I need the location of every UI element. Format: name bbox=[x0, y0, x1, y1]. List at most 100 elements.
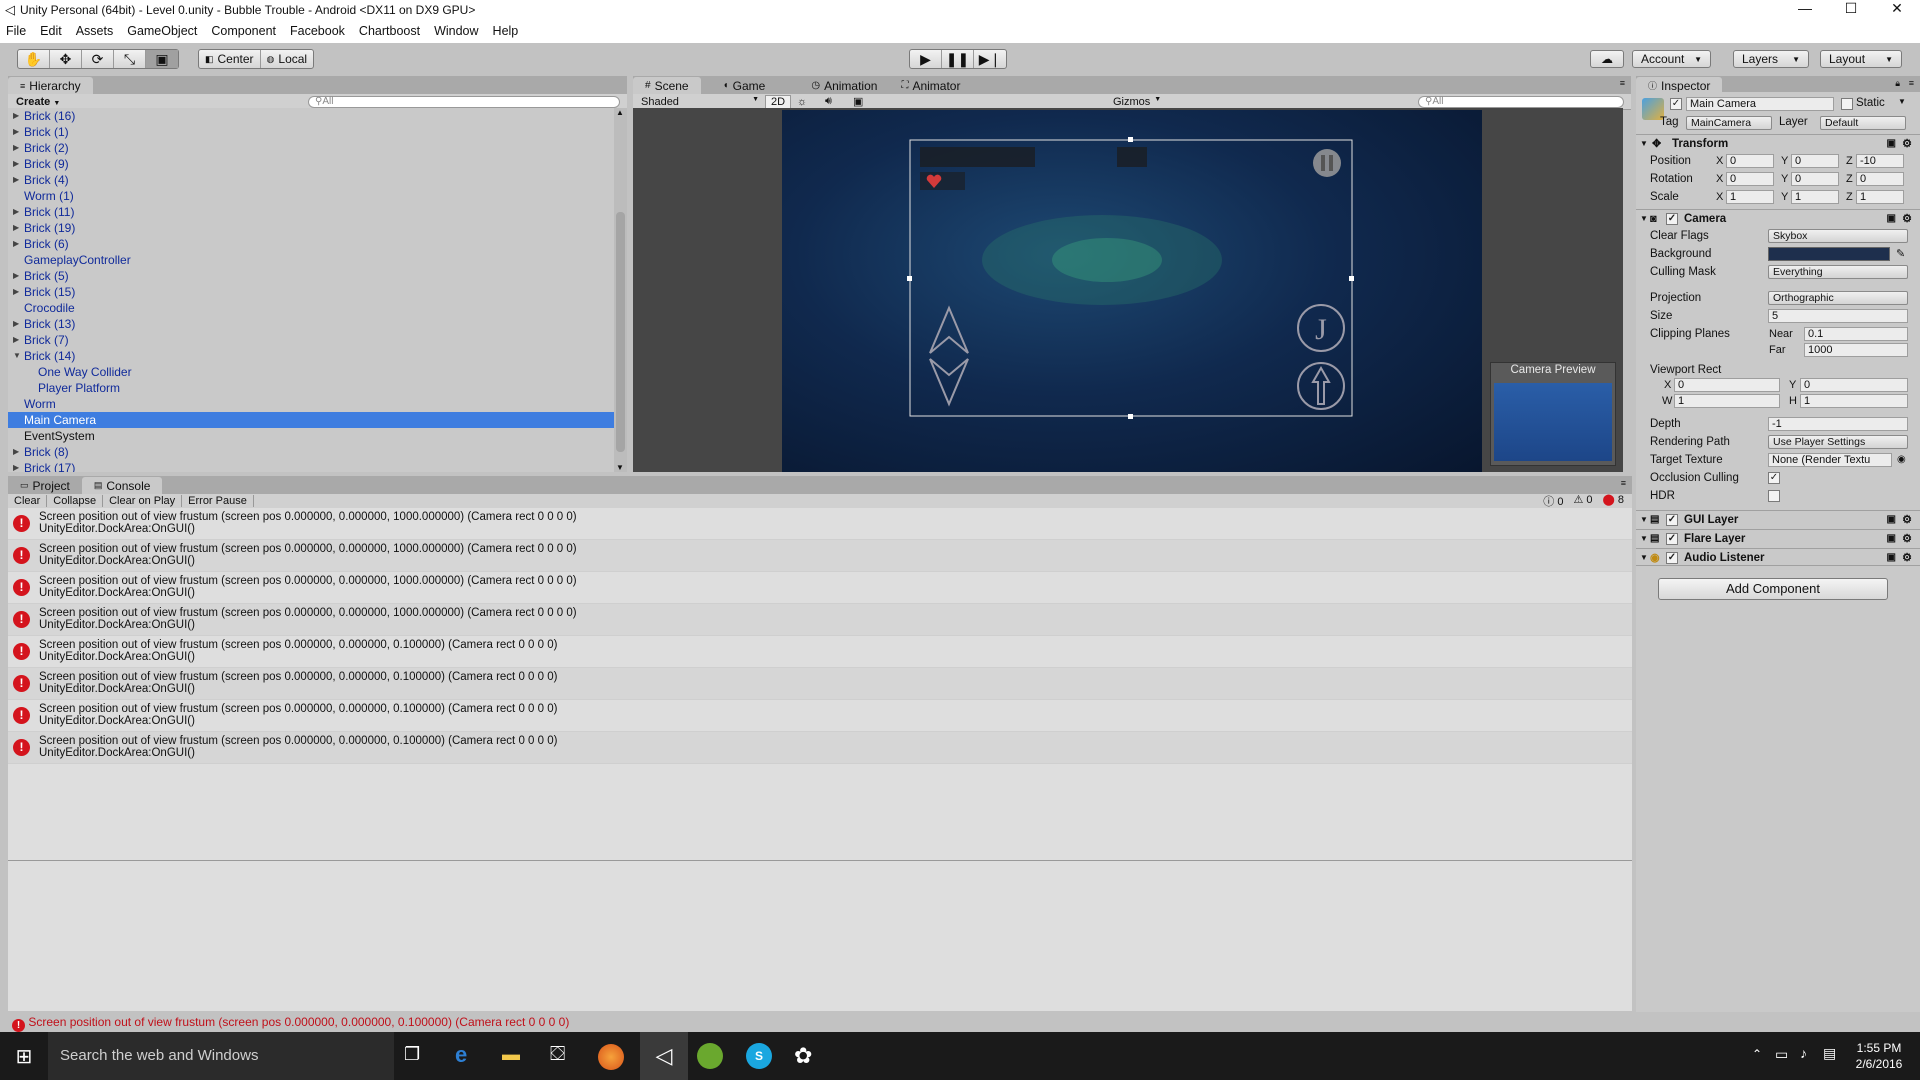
console-entry[interactable]: ! Screen position out of view frustum (sc… bbox=[8, 604, 1632, 636]
target-texture-field[interactable]: None (Render Textu bbox=[1768, 453, 1892, 467]
rotation-z-field[interactable]: 0 bbox=[1856, 172, 1904, 186]
object-picker-icon[interactable]: ◉ bbox=[1897, 452, 1906, 468]
gear-icon[interactable]: ⚙ bbox=[1902, 549, 1912, 567]
minimize-button[interactable]: — bbox=[1782, 0, 1828, 19]
scroll-down-icon[interactable]: ▼ bbox=[616, 463, 624, 472]
static-dropdown-icon[interactable]: ▼ bbox=[1898, 97, 1906, 106]
foldout-collapsed-icon[interactable]: ▶ bbox=[13, 284, 19, 300]
foldout-collapsed-icon[interactable]: ▶ bbox=[13, 156, 19, 172]
account-dropdown[interactable]: Account ▼ bbox=[1632, 50, 1711, 68]
tab-project[interactable]: ▭ Project bbox=[8, 477, 82, 494]
down-arrow-icon[interactable] bbox=[929, 358, 969, 407]
viewport-x-field[interactable]: 0 bbox=[1674, 378, 1780, 392]
transform-header[interactable]: ▼ ✥ Transform ▣ ⚙ bbox=[1636, 134, 1920, 152]
help-icon[interactable]: ▣ bbox=[1887, 135, 1896, 153]
gear-icon[interactable]: ⚙ bbox=[1902, 530, 1912, 548]
panel-menu-icon[interactable]: ≡ bbox=[1621, 478, 1626, 488]
step-button-icon[interactable]: ▶❘ bbox=[974, 50, 1006, 68]
hierarchy-item[interactable]: Crocodile bbox=[8, 300, 614, 316]
tab-animator[interactable]: ⛶ Animator bbox=[889, 77, 972, 94]
position-x-field[interactable]: 0 bbox=[1726, 154, 1774, 168]
handle-left[interactable] bbox=[907, 276, 912, 281]
audio-listener-checkbox[interactable]: ✓ bbox=[1666, 552, 1678, 564]
viewport-y-field[interactable]: 0 bbox=[1800, 378, 1908, 392]
scroll-up-icon[interactable]: ▲ bbox=[616, 108, 624, 117]
help-icon[interactable]: ▣ bbox=[1887, 511, 1896, 529]
flare-layer-header[interactable]: ▼ ▤ ✓ Flare Layer ▣ ⚙ bbox=[1636, 529, 1920, 547]
foldout-collapsed-icon[interactable]: ▶ bbox=[13, 268, 19, 284]
unity-taskbar-icon[interactable]: ◁ bbox=[640, 1032, 688, 1080]
hierarchy-item[interactable]: ▶ Brick (15) bbox=[8, 284, 614, 300]
hierarchy-item[interactable]: ▼ Brick (14) bbox=[8, 348, 614, 364]
hierarchy-item[interactable]: Player Platform bbox=[8, 380, 614, 396]
tag-dropdown[interactable]: MainCamera bbox=[1686, 116, 1772, 130]
game-canvas[interactable]: J bbox=[782, 110, 1482, 472]
pivot-local-button[interactable]: ◍ Local bbox=[261, 50, 314, 68]
rotate-tool-icon[interactable]: ⟳ bbox=[82, 50, 114, 68]
hierarchy-item[interactable]: Main Camera bbox=[8, 412, 614, 428]
collapse-button[interactable]: Collapse bbox=[47, 495, 104, 507]
notifications-icon[interactable]: ▤ bbox=[1823, 1045, 1836, 1062]
panel-menu-icon[interactable]: ≡ bbox=[1909, 78, 1914, 88]
tray-chevron-icon[interactable]: ⌃ bbox=[1752, 1047, 1762, 1061]
rotation-x-field[interactable]: 0 bbox=[1726, 172, 1774, 186]
tab-animation[interactable]: ◷ Animation bbox=[799, 77, 889, 94]
layout-dropdown[interactable]: Layout ▼ bbox=[1820, 50, 1902, 68]
hierarchy-item[interactable]: ▶ Brick (9) bbox=[8, 156, 614, 172]
panel-menu-icon[interactable]: ≡ bbox=[1620, 78, 1625, 88]
size-field[interactable]: 5 bbox=[1768, 309, 1908, 323]
handle-right[interactable] bbox=[1349, 276, 1354, 281]
hierarchy-item[interactable]: ▶ Brick (5) bbox=[8, 268, 614, 284]
gizmos-dropdown[interactable]: Gizmos ▼ bbox=[1113, 96, 1161, 108]
help-icon[interactable]: ▣ bbox=[1887, 549, 1896, 567]
store-icon[interactable]: ⛋ bbox=[550, 1043, 565, 1066]
mode-2d-toggle[interactable]: 2D bbox=[765, 94, 791, 109]
hierarchy-item[interactable]: ▶ Brick (8) bbox=[8, 444, 614, 460]
help-icon[interactable]: ▣ bbox=[1887, 530, 1896, 548]
foldout-collapsed-icon[interactable]: ▶ bbox=[13, 236, 19, 252]
hierarchy-item[interactable]: ▶ Brick (17) bbox=[8, 460, 614, 472]
gimp-icon[interactable]: ✿ bbox=[794, 1043, 812, 1069]
occlusion-culling-checkbox[interactable]: ✓ bbox=[1768, 472, 1780, 484]
help-icon[interactable]: ▣ bbox=[1887, 210, 1896, 228]
gear-icon[interactable]: ⚙ bbox=[1902, 135, 1912, 153]
warning-toggle[interactable]: ⚠ 0 bbox=[1573, 493, 1592, 509]
foldout-collapsed-icon[interactable]: ▶ bbox=[13, 140, 19, 156]
hierarchy-item[interactable]: Worm bbox=[8, 396, 614, 412]
utorrent-icon[interactable] bbox=[697, 1043, 723, 1069]
clear-flags-dropdown[interactable]: Skybox bbox=[1768, 229, 1908, 243]
hierarchy-scroll-thumb[interactable] bbox=[616, 212, 625, 452]
layer-dropdown[interactable]: Default bbox=[1820, 116, 1906, 130]
menu-edit[interactable]: Edit bbox=[40, 24, 62, 38]
info-toggle[interactable]: ⓘ 0 bbox=[1543, 493, 1563, 509]
object-name-field[interactable]: Main Camera bbox=[1686, 97, 1834, 111]
create-dropdown[interactable]: Create ▼ bbox=[8, 96, 68, 108]
pause-icon[interactable] bbox=[1313, 149, 1341, 177]
volume-icon[interactable]: ♪ bbox=[1800, 1045, 1807, 1061]
scene-search-input[interactable]: ⚲All bbox=[1418, 95, 1624, 108]
clear-on-play-button[interactable]: Clear on Play bbox=[103, 495, 183, 507]
foldout-collapsed-icon[interactable]: ▶ bbox=[13, 220, 19, 236]
clear-button[interactable]: Clear bbox=[8, 495, 48, 507]
hand-tool-icon[interactable]: ✋ bbox=[18, 50, 50, 68]
hierarchy-item[interactable]: ▶ Brick (11) bbox=[8, 204, 614, 220]
far-field[interactable]: 1000 bbox=[1804, 343, 1908, 357]
background-color-swatch[interactable] bbox=[1768, 247, 1890, 261]
position-y-field[interactable]: 0 bbox=[1791, 154, 1839, 168]
layers-dropdown[interactable]: Layers ▼ bbox=[1733, 50, 1809, 68]
add-component-button[interactable]: Add Component bbox=[1658, 578, 1888, 600]
static-checkbox[interactable] bbox=[1841, 98, 1853, 110]
culling-mask-dropdown[interactable]: Everything bbox=[1768, 265, 1908, 279]
menu-component[interactable]: Component bbox=[211, 24, 276, 38]
hierarchy-item[interactable]: ▶ Brick (13) bbox=[8, 316, 614, 332]
rect-tool-icon[interactable]: ▣ bbox=[146, 50, 178, 68]
windows-start-icon[interactable]: ⊞ bbox=[0, 1032, 48, 1080]
hierarchy-item[interactable]: ▶ Brick (4) bbox=[8, 172, 614, 188]
skype-icon[interactable]: S bbox=[746, 1043, 772, 1069]
pause-button-icon[interactable]: ❚❚ bbox=[942, 50, 974, 68]
flare-layer-checkbox[interactable]: ✓ bbox=[1666, 533, 1678, 545]
scale-z-field[interactable]: 1 bbox=[1856, 190, 1904, 204]
hdr-checkbox[interactable] bbox=[1768, 490, 1780, 502]
gui-layer-header[interactable]: ▼ ▤ ✓ GUI Layer ▣ ⚙ bbox=[1636, 510, 1920, 528]
edge-browser-icon[interactable]: e bbox=[455, 1042, 467, 1068]
